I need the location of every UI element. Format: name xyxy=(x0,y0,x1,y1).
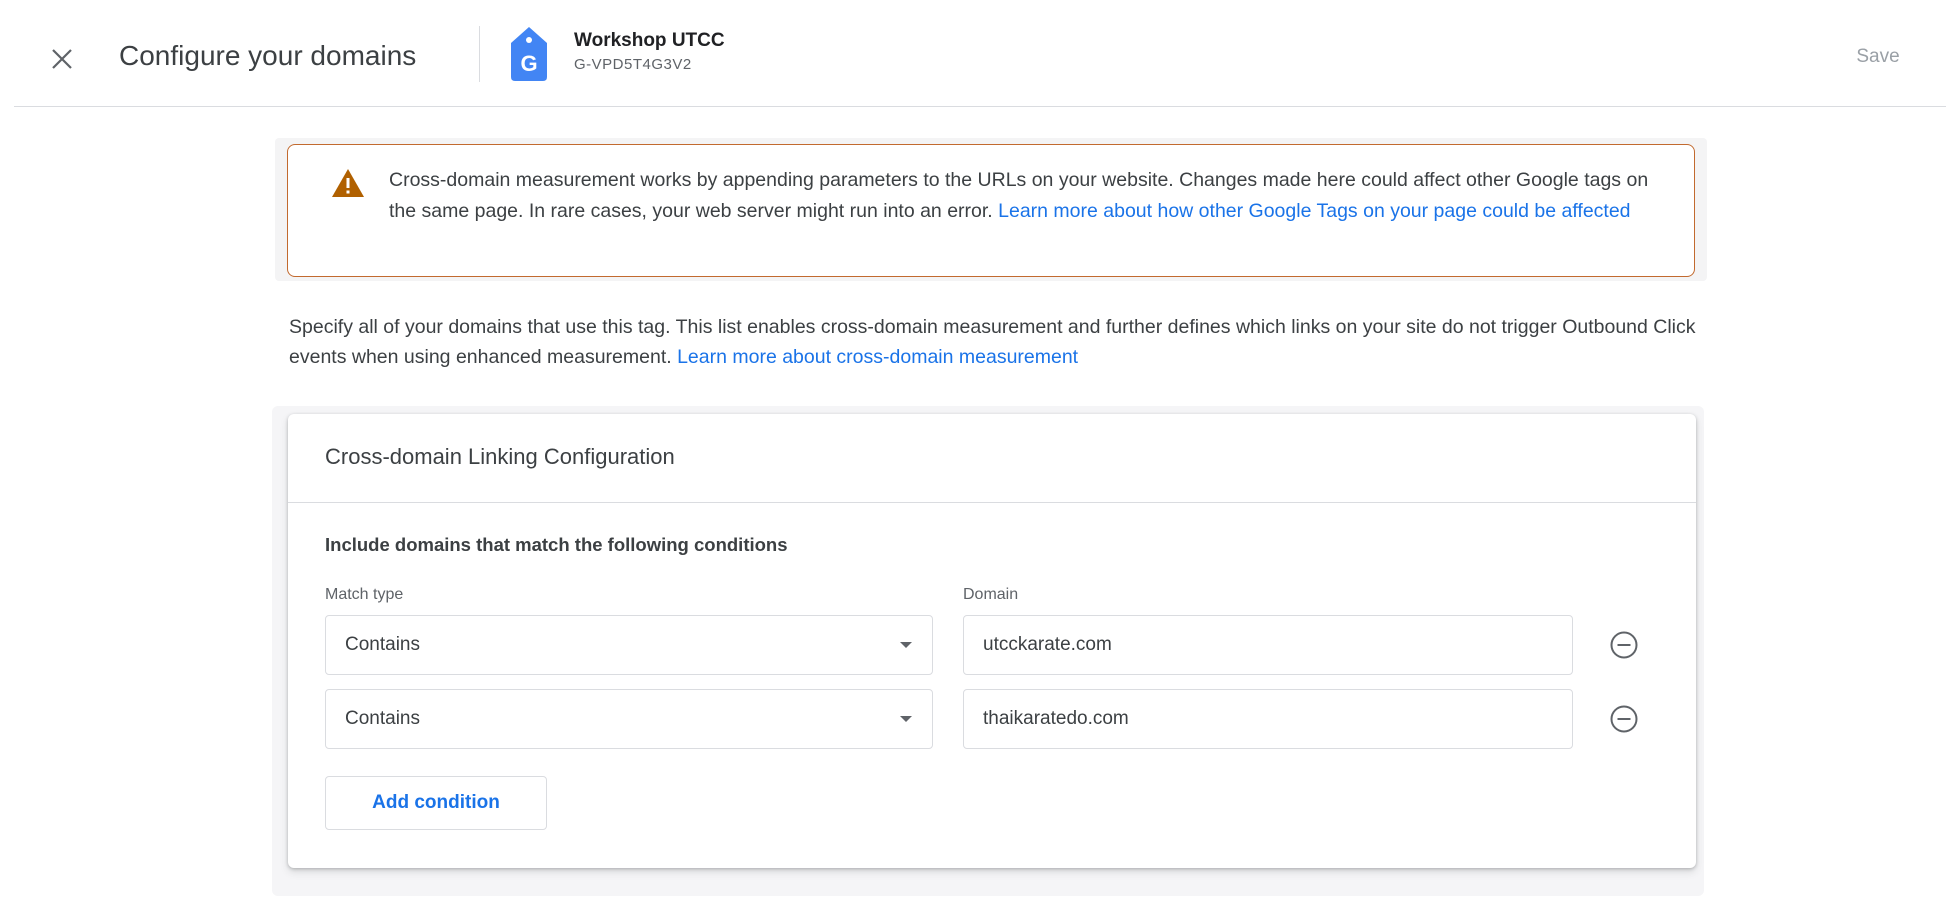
conditions-label: Include domains that match the following… xyxy=(325,534,788,555)
add-condition-button[interactable]: Add condition xyxy=(325,776,547,830)
svg-text:G: G xyxy=(520,51,537,76)
learn-more-cross-domain-link[interactable]: Learn more about cross-domain measuremen… xyxy=(677,346,1078,368)
match-type-value: Contains xyxy=(345,634,420,655)
card-title: Cross-domain Linking Configuration xyxy=(325,444,675,469)
page-header: Configure your domains G Workshop UTCC G… xyxy=(0,0,1960,107)
domain-label: Domain xyxy=(963,586,1019,603)
remove-condition-button[interactable] xyxy=(1605,626,1643,664)
remove-circle-icon xyxy=(1610,631,1638,659)
match-type-value: Contains xyxy=(345,708,420,729)
save-button[interactable]: Save xyxy=(1838,42,1918,72)
tag-name: Workshop UTCC xyxy=(574,30,725,51)
warning-icon xyxy=(332,169,364,197)
remove-condition-button[interactable] xyxy=(1605,700,1643,738)
warning-message: Cross-domain measurement works by append… xyxy=(389,165,1659,226)
close-icon xyxy=(52,49,72,69)
match-type-select[interactable]: Contains xyxy=(325,689,933,749)
domain-input[interactable] xyxy=(963,689,1573,749)
header-divider xyxy=(14,106,1946,107)
match-type-label: Match type xyxy=(325,586,404,603)
remove-circle-icon xyxy=(1610,705,1638,733)
page-title: Configure your domains xyxy=(119,40,417,71)
match-type-select[interactable]: Contains xyxy=(325,615,933,675)
warning-banner: Cross-domain measurement works by append… xyxy=(287,144,1695,277)
google-tag-icon: G xyxy=(511,27,547,81)
card-divider xyxy=(288,502,1696,503)
description: Specify all of your domains that use thi… xyxy=(289,312,1709,372)
learn-more-tags-link[interactable]: Learn more about how other Google Tags o… xyxy=(998,200,1630,222)
close-button[interactable] xyxy=(40,37,84,81)
dropdown-arrow-icon xyxy=(900,642,912,648)
tag-id: G-VPD5T4G3V2 xyxy=(574,56,692,73)
dropdown-arrow-icon xyxy=(900,716,912,722)
domain-input[interactable] xyxy=(963,615,1573,675)
cross-domain-card: Cross-domain Linking Configuration Inclu… xyxy=(288,414,1696,868)
header-separator xyxy=(479,26,480,82)
